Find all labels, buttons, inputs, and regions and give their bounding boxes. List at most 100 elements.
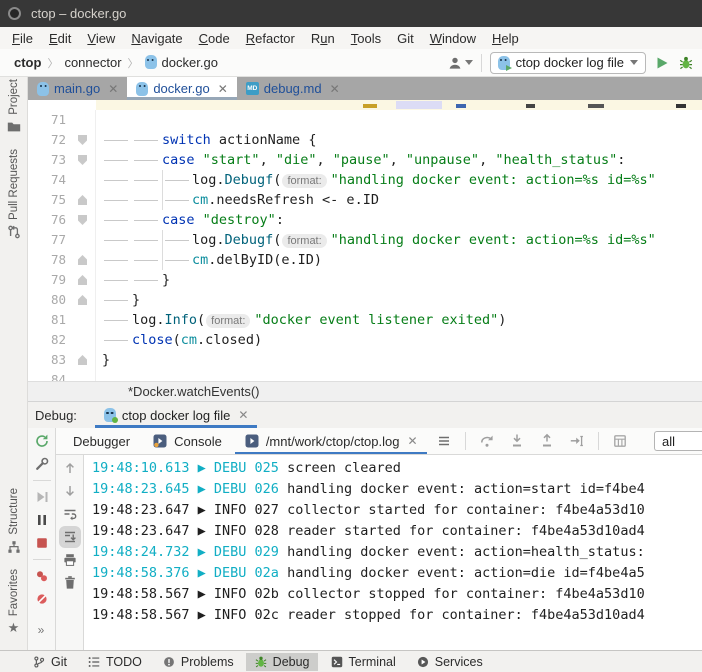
rerun-button[interactable] bbox=[34, 433, 50, 449]
close-icon[interactable]: ✕ bbox=[238, 408, 248, 422]
log-line[interactable]: 19:48:58.376 ▶ DEBU 02a handling docker … bbox=[92, 563, 702, 584]
menu-help[interactable]: Help bbox=[484, 31, 527, 46]
code-line[interactable]: 78cm.delByID(e.ID) bbox=[28, 250, 702, 270]
log-console[interactable]: 19:48:10.613 ▶ DEBU 025 screen cleared19… bbox=[84, 455, 702, 650]
debug-session-tab[interactable]: ctop docker log file ✕ bbox=[95, 402, 257, 428]
log-line[interactable]: 19:48:58.567 ▶ INFO 02b collector stoppe… bbox=[92, 584, 702, 605]
code-line[interactable]: 81log.Info(format:"docker event listener… bbox=[28, 310, 702, 330]
code-line[interactable]: 72switch actionName { bbox=[28, 130, 702, 150]
gutter-fold-column bbox=[70, 230, 96, 250]
sidebar-item-pull-requests[interactable]: Pull Requests bbox=[6, 149, 22, 240]
menu-window[interactable]: Window bbox=[422, 31, 484, 46]
fold-end-icon[interactable] bbox=[78, 195, 87, 205]
menu-refactor[interactable]: Refactor bbox=[238, 31, 303, 46]
code-line[interactable]: 75cm.needsRefresh <- e.ID bbox=[28, 190, 702, 210]
user-menu-button[interactable] bbox=[447, 55, 473, 71]
log-filter-select[interactable]: all bbox=[654, 431, 702, 451]
code-token: "destroy" bbox=[203, 212, 276, 228]
log-line[interactable]: 19:48:23.645 ▶ DEBU 026 handling docker … bbox=[92, 479, 702, 500]
close-icon[interactable]: ✕ bbox=[330, 82, 340, 96]
evaluate-expression-icon[interactable] bbox=[612, 433, 628, 449]
run-configuration-select[interactable]: ctop docker log file bbox=[490, 52, 646, 74]
code-line[interactable]: 76case "destroy": bbox=[28, 210, 702, 230]
statusbar-item-problems[interactable]: Problems bbox=[154, 653, 242, 671]
menu-navigate[interactable]: Navigate bbox=[123, 31, 190, 46]
log-line[interactable]: 19:48:10.613 ▶ DEBU 025 screen cleared bbox=[92, 458, 702, 479]
menu-view[interactable]: View bbox=[79, 31, 123, 46]
code-line[interactable]: 80} bbox=[28, 290, 702, 310]
settings-icon[interactable] bbox=[34, 456, 50, 472]
log-line[interactable]: 19:48:24.732 ▶ DEBU 029 handling docker … bbox=[92, 542, 702, 563]
fold-expand-icon[interactable] bbox=[78, 155, 87, 165]
menu-tools[interactable]: Tools bbox=[343, 31, 389, 46]
fold-end-icon[interactable] bbox=[78, 295, 87, 305]
fold-expand-icon[interactable] bbox=[78, 135, 87, 145]
fold-end-icon[interactable] bbox=[78, 355, 87, 365]
close-icon[interactable]: ✕ bbox=[407, 434, 417, 448]
step-out-icon[interactable] bbox=[539, 433, 555, 449]
debug-tab-debugger[interactable]: Debugger bbox=[64, 428, 139, 455]
up-stack-icon[interactable] bbox=[62, 460, 78, 476]
debug-tab--mnt-work-ctop-ctop-log[interactable]: /mnt/work/ctop/ctop.log✕ bbox=[235, 428, 427, 455]
menu-git[interactable]: Git bbox=[389, 31, 422, 46]
statusbar-item-todo[interactable]: TODO bbox=[79, 653, 150, 671]
menu-code[interactable]: Code bbox=[191, 31, 238, 46]
code-line[interactable]: 74log.Debugf(format:"handling docker eve… bbox=[28, 170, 702, 190]
log-line[interactable]: 19:48:58.567 ▶ INFO 02c reader stopped f… bbox=[92, 605, 702, 626]
menu-file[interactable]: File bbox=[4, 31, 41, 46]
statusbar-item-terminal[interactable]: Terminal bbox=[322, 653, 404, 671]
pause-button[interactable] bbox=[34, 512, 50, 528]
menu-run[interactable]: Run bbox=[303, 31, 343, 46]
log-line[interactable]: 19:48:23.647 ▶ INFO 027 collector starte… bbox=[92, 500, 702, 521]
fold-end-icon[interactable] bbox=[78, 255, 87, 265]
title-bar[interactable]: ctop – docker.go bbox=[0, 0, 702, 27]
close-icon[interactable]: ✕ bbox=[108, 82, 118, 96]
statusbar-item-git[interactable]: Git bbox=[24, 653, 75, 671]
scroll-to-end-icon[interactable] bbox=[62, 529, 78, 545]
statusbar-item-debug[interactable]: Debug bbox=[246, 653, 318, 671]
breadcrumb-item[interactable]: ctop bbox=[14, 55, 41, 70]
tab-docker-go[interactable]: docker.go✕ bbox=[127, 77, 236, 100]
code-token: .closed) bbox=[197, 332, 262, 348]
code-line[interactable]: 77log.Debugf(format:"handling docker eve… bbox=[28, 230, 702, 250]
debug-button[interactable] bbox=[678, 55, 694, 71]
code-line[interactable]: 82close(cm.closed) bbox=[28, 330, 702, 350]
code-line[interactable]: 71 bbox=[28, 110, 702, 130]
debug-tab-console[interactable]: Console bbox=[143, 428, 231, 455]
code-line[interactable]: 79} bbox=[28, 270, 702, 290]
log-message: reader started for container: f4be4a53d1… bbox=[287, 523, 645, 539]
resume-button[interactable] bbox=[34, 489, 50, 505]
step-over-icon[interactable] bbox=[479, 433, 495, 449]
soft-wrap-icon[interactable] bbox=[62, 506, 78, 522]
print-icon[interactable] bbox=[62, 552, 78, 568]
editor[interactable]: 7172switch actionName {73case "start", "… bbox=[28, 100, 702, 381]
fold-expand-icon[interactable] bbox=[78, 215, 87, 225]
step-into-icon[interactable] bbox=[509, 433, 525, 449]
fold-end-icon[interactable] bbox=[78, 275, 87, 285]
stop-button[interactable] bbox=[34, 535, 50, 551]
run-to-cursor-icon[interactable] bbox=[569, 433, 585, 449]
code-line[interactable]: 83} bbox=[28, 350, 702, 370]
down-stack-icon[interactable] bbox=[62, 483, 78, 499]
breadcrumb-item[interactable]: connector bbox=[64, 55, 121, 70]
sidebar-item-favorites[interactable]: Favorites★ bbox=[6, 569, 22, 636]
close-icon[interactable]: ✕ bbox=[218, 82, 228, 96]
code-line[interactable]: 73case "start", "die", "pause", "unpause… bbox=[28, 150, 702, 170]
log-line[interactable]: 19:48:23.647 ▶ INFO 028 reader started f… bbox=[92, 521, 702, 542]
menu-edit[interactable]: Edit bbox=[41, 31, 79, 46]
run-button[interactable] bbox=[654, 55, 670, 71]
mute-breakpoints-icon[interactable] bbox=[34, 591, 50, 607]
breadcrumb-item[interactable]: docker.go bbox=[145, 55, 218, 70]
view-breakpoints-icon[interactable] bbox=[34, 568, 50, 584]
window-title: ctop – docker.go bbox=[31, 6, 126, 21]
tab-main-go[interactable]: main.go✕ bbox=[28, 77, 127, 100]
code-token: Debugf bbox=[225, 232, 274, 248]
sidebar-item-structure[interactable]: Structure bbox=[6, 488, 22, 555]
clear-all-icon[interactable] bbox=[62, 575, 78, 591]
sidebar-item-project[interactable]: Project bbox=[6, 79, 22, 135]
code-line[interactable]: 84 bbox=[28, 370, 702, 381]
more-actions-icon[interactable]: » bbox=[38, 623, 46, 637]
layout-options-icon[interactable] bbox=[436, 433, 452, 449]
statusbar-item-services[interactable]: Services bbox=[408, 653, 491, 671]
tab-debug-md[interactable]: MDdebug.md✕ bbox=[237, 77, 349, 100]
